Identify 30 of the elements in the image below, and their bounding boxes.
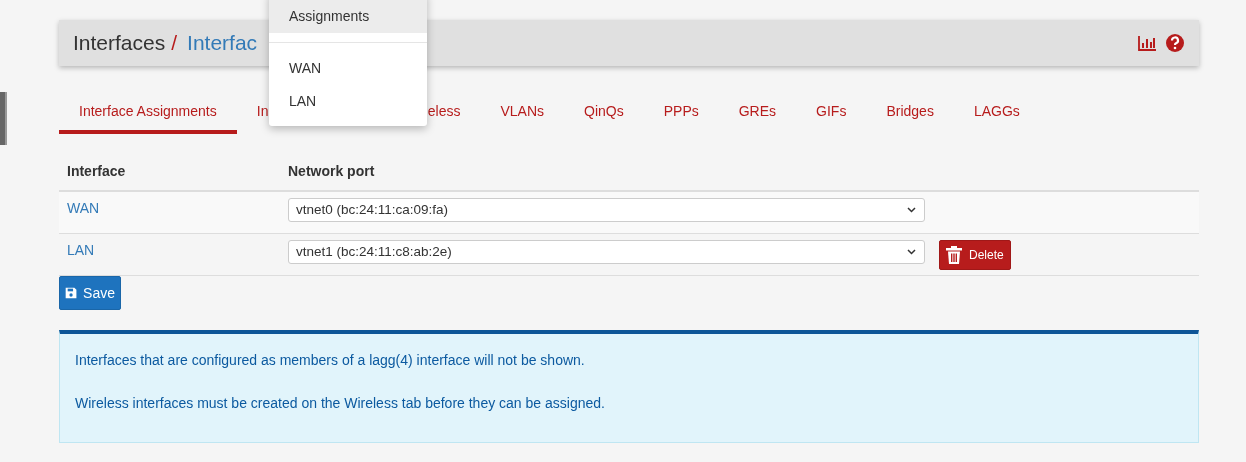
tab[interactable]: PPPs bbox=[643, 95, 719, 134]
bar-chart-icon[interactable] bbox=[1137, 33, 1157, 53]
delete-button[interactable]: Delete bbox=[939, 240, 1011, 270]
menu-item[interactable]: LAN bbox=[269, 85, 427, 118]
caret-icon bbox=[907, 207, 916, 213]
help-icon[interactable] bbox=[1165, 33, 1185, 53]
info-text: Interfaces that are configured as members of a lagg(4) interface will not be shown. bbox=[75, 351, 586, 370]
caret-icon bbox=[907, 249, 916, 255]
trash-icon bbox=[946, 246, 962, 264]
port-select[interactable]: vtnet1 (bc:24:11:c8:ab:2e) bbox=[288, 240, 925, 264]
breadcrumb-link[interactable]: Interfac bbox=[187, 27, 258, 59]
edge-handle[interactable] bbox=[0, 92, 7, 145]
tab[interactable]: Bridges bbox=[866, 95, 954, 134]
menu-item[interactable]: Assignments bbox=[269, 0, 427, 33]
tab[interactable]: LAGGs bbox=[953, 95, 1040, 134]
port-select[interactable]: vtnet0 (bc:24:11:ca:09:fa) bbox=[288, 198, 925, 222]
breadcrumb-separator: / bbox=[171, 30, 178, 57]
interface-link[interactable]: LAN bbox=[67, 241, 95, 258]
tab[interactable]: Interface Assignments bbox=[59, 95, 237, 134]
tab[interactable]: GREs bbox=[718, 95, 797, 134]
tab[interactable]: GIFs bbox=[796, 95, 867, 134]
tab[interactable]: VLANs bbox=[480, 95, 564, 134]
info-text: Wireless interfaces must be created on the Wireless tab before they can be assigned. bbox=[75, 394, 606, 413]
save-button[interactable]: Save bbox=[59, 276, 121, 310]
tab[interactable]: QinQs bbox=[564, 95, 644, 134]
breadcrumb-text: Interfaces bbox=[73, 30, 166, 57]
column-header: Network port bbox=[288, 162, 375, 181]
interface-link[interactable]: WAN bbox=[67, 199, 100, 216]
menu-item[interactable]: WAN bbox=[269, 52, 427, 85]
column-header: Interface bbox=[66, 162, 127, 181]
